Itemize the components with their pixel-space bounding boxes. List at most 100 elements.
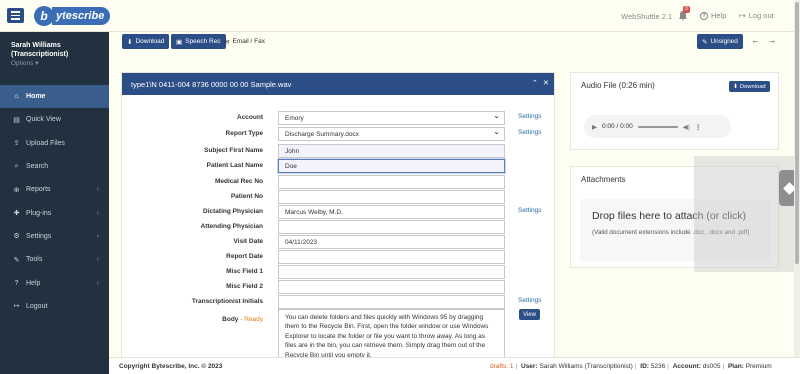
subject-first-name-input[interactable]: John	[278, 144, 505, 158]
download-button-label: Download	[135, 38, 165, 45]
download-button[interactable]: ⬇ Download	[122, 34, 170, 49]
unsigned-button-label: Unsigned	[710, 38, 738, 45]
top-bar: b ytescribe WebShuttle 2.1 3 ? Help ↦ Log …	[0, 0, 800, 32]
attending-physician-input[interactable]	[278, 220, 505, 234]
attending-physician-row: Attending Physician	[122, 220, 554, 234]
plan-value: Premium	[745, 363, 772, 370]
body-status: - Ready	[240, 316, 263, 323]
sidebar-item-quick-view[interactable]: ▤ Quick View	[0, 108, 109, 131]
visit-date-row: Visit Date 04/11/2023	[122, 235, 554, 249]
report-type-settings-link[interactable]: Settings	[518, 129, 542, 136]
collapse-chevron-up-icon[interactable]: ⌃	[532, 79, 538, 87]
view-button[interactable]: View	[519, 309, 540, 320]
home-icon: ⌂	[14, 93, 19, 101]
sidebar-item-label: Logout	[26, 302, 48, 310]
account-row: Account Emory Settings	[122, 111, 554, 125]
account-select[interactable]: Emory	[278, 111, 505, 125]
user-options-dropdown[interactable]: Options ▾	[11, 59, 109, 68]
logo-text: ytescribe	[52, 7, 111, 25]
speech-rec-icon: ▣	[176, 38, 183, 46]
quick-view-icon: ▤	[13, 116, 20, 124]
speech-rec-button[interactable]: ▣ Speech Rec	[171, 34, 226, 49]
misc-field-2-input[interactable]	[278, 280, 505, 294]
logout-link[interactable]: ↦ Log out	[739, 11, 774, 20]
tools-icon: ✎	[13, 256, 20, 264]
arrow-left-icon[interactable]: ←	[751, 35, 760, 45]
medical-rec-no-label: Medical Rec No	[214, 178, 263, 185]
dictating-physician-row: Dictating Physician Marcus Welby, M.D. S…	[122, 205, 554, 219]
sidebar-item-home[interactable]: ⌂ Home	[0, 85, 109, 109]
sidebar-item-label: Reports	[26, 186, 51, 194]
email-fax-button[interactable]: ✉ Email / Fax	[224, 34, 265, 49]
audio-progress-track[interactable]	[637, 125, 678, 128]
account-settings-link[interactable]: Settings	[518, 113, 542, 120]
version-label: WebShuttle 2.1	[621, 12, 673, 21]
body-label-text: Body	[222, 316, 239, 323]
report-type-select[interactable]: Discharge Summary.docx	[278, 127, 505, 141]
report-date-input[interactable]	[278, 250, 505, 264]
misc-field-1-input[interactable]	[278, 265, 505, 279]
help-icon: ?	[14, 279, 19, 287]
hamburger-menu-button[interactable]	[7, 8, 24, 23]
help-link-label: Help	[711, 11, 727, 20]
sidebar-item-settings[interactable]: ⚙ Settings ‹	[0, 225, 109, 248]
id-value: 5236	[650, 363, 666, 370]
logout-link-label: Log out	[748, 11, 774, 20]
dictating-physician-input[interactable]: Marcus Welby, M.D.	[278, 205, 505, 219]
reports-icon: ⊕	[13, 186, 20, 194]
report-type-label: Report Type	[225, 130, 263, 137]
page-scrollbar[interactable]	[794, 0, 800, 374]
download-icon: ⬇	[127, 38, 133, 46]
sidebar-item-help[interactable]: ? Help ‹	[0, 271, 109, 294]
transcriptionist-settings-link[interactable]: Settings	[518, 297, 542, 304]
patient-no-row: Patient No	[122, 190, 554, 204]
medical-rec-no-input[interactable]	[278, 175, 505, 189]
visit-date-label: Visit Date	[233, 238, 263, 245]
help-link[interactable]: ? Help	[700, 11, 726, 20]
sidebar-item-label: Settings	[26, 232, 52, 240]
drafts-count[interactable]: drafts: 1	[490, 363, 513, 370]
chevron-left-icon: ‹	[96, 232, 99, 240]
chevron-left-icon: ‹	[96, 279, 99, 287]
sidebar-item-logout[interactable]: ↦ Logout	[0, 295, 109, 318]
chevron-left-icon: ‹	[96, 209, 99, 217]
visit-date-input[interactable]: 04/11/2023	[278, 235, 505, 249]
account-label: Account	[237, 114, 263, 121]
patient-last-name-input[interactable]: Doe	[278, 159, 505, 173]
patient-last-name-label: Patient Last Name	[206, 162, 263, 169]
bytescribe-logo[interactable]: b ytescribe	[34, 6, 111, 26]
body-textarea[interactable]: You can delete folders and files quickly…	[278, 309, 505, 361]
arrow-right-icon[interactable]: →	[767, 35, 776, 45]
transcriptionist-initials-input[interactable]	[278, 295, 505, 309]
more-options-icon[interactable]: ⋮	[695, 123, 702, 131]
sidebar-item-tools[interactable]: ✎ Tools ‹	[0, 248, 109, 271]
volume-icon[interactable]: ◀)	[683, 123, 690, 131]
form-title: type1\N 0411-004 8736 0000 00 00 Sample.…	[131, 79, 292, 89]
form-header: type1\N 0411-004 8736 0000 00 00 Sample.…	[122, 73, 554, 95]
scrollbar-thumb[interactable]	[795, 2, 799, 264]
sidebar-item-label: Quick View	[26, 116, 61, 124]
notification-badge: 3	[683, 6, 690, 13]
dictating-physician-settings-link[interactable]: Settings	[518, 207, 542, 214]
download-icon: ⬇	[733, 83, 738, 90]
sidebar-item-reports[interactable]: ⊕ Reports ‹	[0, 178, 109, 201]
sign-out-icon: ↦	[739, 11, 746, 20]
sidebar-item-search[interactable]: ⌕ Search	[0, 155, 109, 178]
status-line: drafts: 1 | User: Sarah Williams (Transcr…	[490, 363, 772, 370]
chevron-left-icon: ‹	[96, 256, 99, 264]
medical-rec-no-row: Medical Rec No	[122, 175, 554, 189]
patient-last-name-row: Patient Last Name Doe	[122, 159, 554, 173]
patient-no-input[interactable]	[278, 190, 505, 204]
sidebar-item-plug-ins[interactable]: ✚ Plug-ins ‹	[0, 201, 109, 224]
sidebar-item-upload-files[interactable]: ⇪ Upload Files	[0, 132, 109, 155]
close-icon[interactable]: ✕	[543, 79, 549, 87]
sidebar-nav: ⌂ Home ▤ Quick View ⇪ Upload Files ⌕ Search …	[0, 85, 109, 318]
sidebar: Sarah Williams (Transcriptionist) Option…	[0, 32, 109, 374]
play-icon[interactable]: ▶	[592, 123, 597, 131]
subject-first-name-row: Subject First Name John	[122, 144, 554, 158]
audio-download-button[interactable]: ⬇ Download	[729, 81, 770, 92]
unsigned-button[interactable]: ✎ Unsigned	[697, 34, 743, 49]
plan-label: Plan:	[727, 363, 744, 370]
account-value: ds005	[702, 363, 721, 370]
user-role: (Transcriptionist)	[11, 51, 69, 58]
